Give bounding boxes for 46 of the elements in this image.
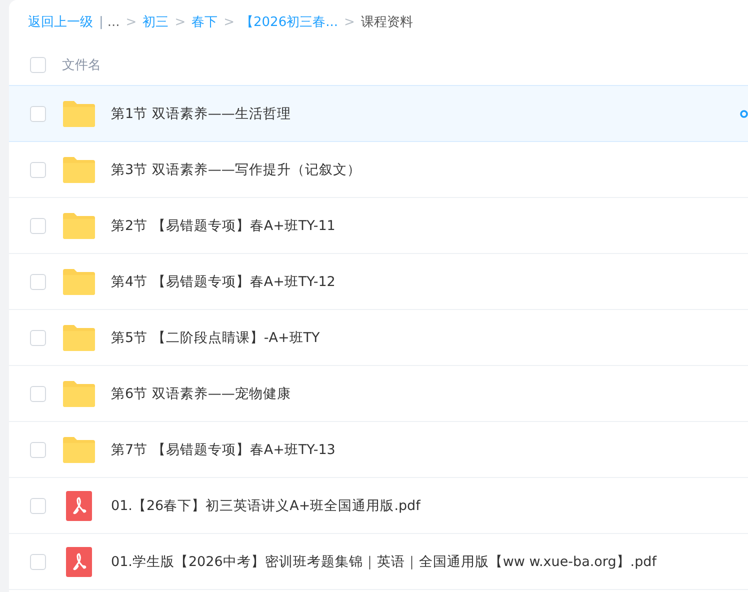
- file-name[interactable]: 第1节 双语素养——生活哲理: [111, 104, 291, 122]
- folder-icon: [62, 212, 96, 240]
- file-row[interactable]: 第4节 【易错题专项】春A+班TY-12: [9, 254, 748, 310]
- breadcrumb-current: 课程资料: [360, 14, 413, 31]
- row-checkbox[interactable]: [30, 162, 46, 178]
- file-row[interactable]: 第3节 双语素养——写作提升（记叙文）: [9, 142, 748, 198]
- file-name[interactable]: 01.学生版【2026中考】密训班考题集锦｜英语｜全国通用版【ww w.xue-ba.org】.pdf: [111, 552, 656, 570]
- file-name[interactable]: 第2节 【易错题专项】春A+班TY-11: [111, 216, 336, 234]
- row-checkbox[interactable]: [30, 106, 46, 122]
- row-checkbox[interactable]: [30, 554, 46, 570]
- file-row[interactable]: 第2节 【易错题专项】春A+班TY-11: [9, 198, 748, 254]
- breadcrumb-separator: >: [126, 14, 137, 30]
- folder-icon: [62, 100, 96, 128]
- row-checkbox[interactable]: [30, 498, 46, 514]
- file-row[interactable]: 第6节 双语素养——宠物健康: [9, 366, 748, 422]
- file-name[interactable]: 第4节 【易错题专项】春A+班TY-12: [111, 272, 336, 290]
- breadcrumb-separator: >: [224, 14, 235, 30]
- row-checkbox[interactable]: [30, 218, 46, 234]
- folder-icon: [62, 436, 96, 464]
- file-name[interactable]: 第5节 【二阶段点睛课】-A+班TY: [111, 328, 320, 346]
- folder-icon: [62, 380, 96, 408]
- ring-icon: [740, 110, 748, 118]
- file-row[interactable]: 01.【26春下】初三英语讲义A+班全国通用版.pdf: [9, 478, 748, 534]
- pdf-icon: [66, 546, 92, 576]
- breadcrumb-divider: |: [99, 14, 104, 30]
- column-header: 文件名: [62, 56, 101, 74]
- file-name[interactable]: 第6节 双语素养——宠物健康: [111, 384, 291, 402]
- row-checkbox[interactable]: [30, 274, 46, 290]
- row-checkbox[interactable]: [30, 442, 46, 458]
- file-row[interactable]: 第1节 双语素养——生活哲理: [9, 86, 748, 142]
- file-name[interactable]: 01.【26春下】初三英语讲义A+班全国通用版.pdf: [111, 496, 420, 514]
- file-row[interactable]: 第7节 【易错题专项】春A+班TY-13: [9, 422, 748, 478]
- row-checkbox[interactable]: [30, 330, 46, 346]
- breadcrumb-ellipsis: ...: [107, 14, 120, 30]
- select-all-checkbox[interactable]: [30, 56, 46, 72]
- row-checkbox[interactable]: [30, 386, 46, 402]
- folder-icon: [62, 324, 96, 352]
- folder-icon: [62, 156, 96, 184]
- pdf-icon: [66, 490, 92, 520]
- breadcrumb-separator: >: [174, 14, 186, 30]
- file-row[interactable]: 01.学生版【2026中考】密训班考题集锦｜英语｜全国通用版【ww w.xue-ba.org】.pdf: [9, 534, 748, 590]
- file-name[interactable]: 第3节 双语素养——写作提升（记叙文）: [111, 160, 361, 178]
- folder-icon: [62, 268, 96, 296]
- breadcrumb-separator: >: [344, 14, 355, 30]
- file-name[interactable]: 第7节 【易错题专项】春A+班TY-13: [111, 440, 336, 458]
- file-row[interactable]: 第5节 【二阶段点睛课】-A+班TY: [9, 310, 748, 366]
